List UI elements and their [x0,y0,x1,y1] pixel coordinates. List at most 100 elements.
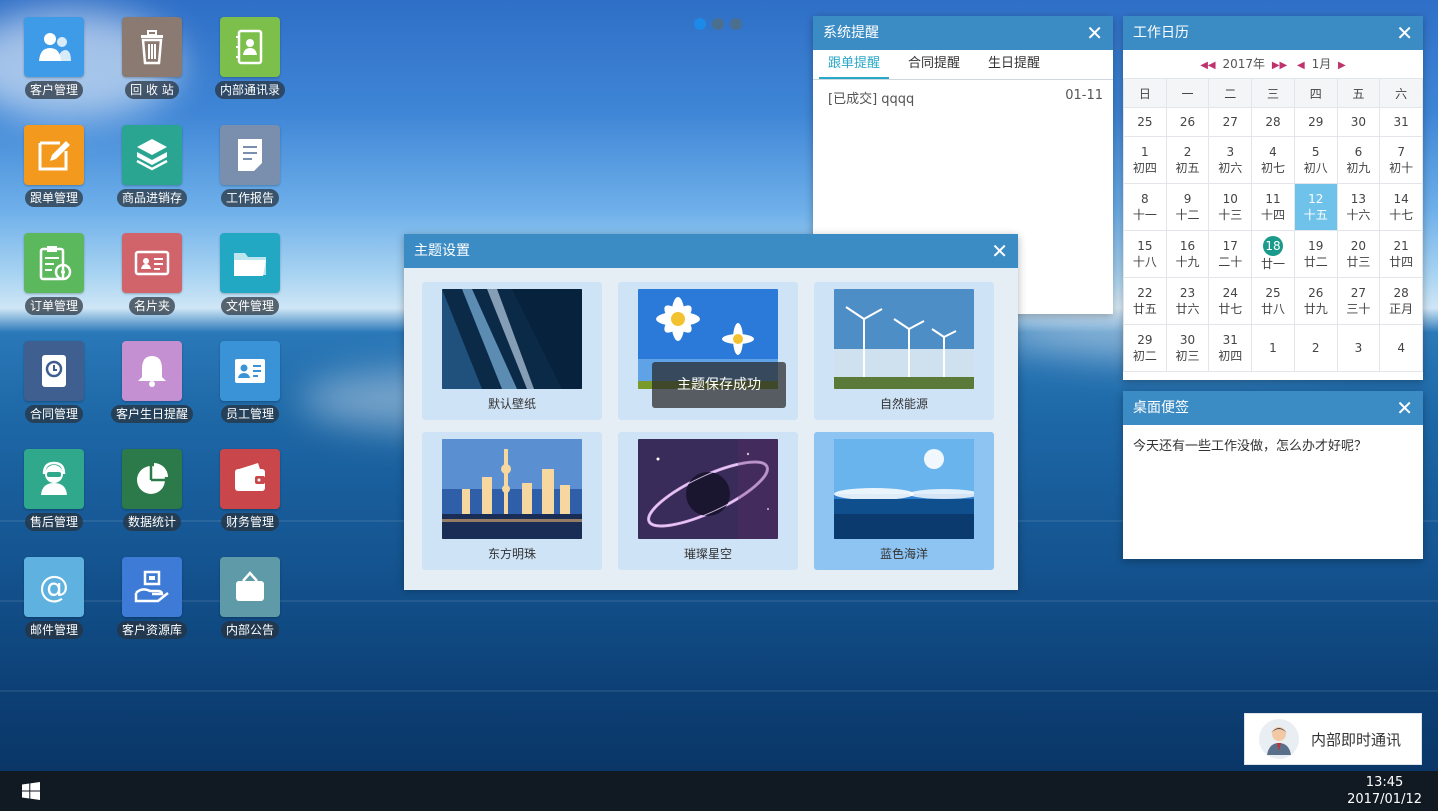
page-dot[interactable] [694,18,706,30]
calendar-year[interactable]: 2017年 [1222,57,1265,71]
page-indicator[interactable] [694,18,742,30]
theme-dialog-header[interactable]: 主题设置 ✕ [404,234,1018,268]
calendar-day[interactable]: 16 十九 [1165,230,1210,278]
list-item[interactable]: [已成交] qqqq 01-11 [813,80,1113,107]
desktop-app-resource[interactable]: 客户资源库 [112,557,192,657]
calendar-day[interactable]: 15 十八 [1123,230,1167,278]
calendar-day[interactable]: 10 十三 [1208,183,1253,231]
calendar-day[interactable]: 8 十一 [1123,183,1167,231]
calendar-day[interactable]: 5 初八 [1293,136,1338,184]
calendar-day[interactable]: 30 初三 [1165,324,1210,372]
theme-option[interactable]: 自然能源 [814,282,994,420]
calendar-day[interactable]: 26 [1165,107,1210,137]
close-icon[interactable]: ✕ [991,234,1008,268]
calendar-day[interactable]: 1 [1251,324,1295,372]
calendar-day[interactable]: 3 初六 [1208,136,1253,184]
theme-option[interactable]: 蓝色海洋 [814,432,994,570]
calendar-day[interactable]: 4 [1379,324,1423,372]
close-icon[interactable]: ✕ [1086,16,1103,50]
calendar-day[interactable]: 23 廿六 [1165,277,1210,325]
calendar-day[interactable]: 25 [1123,107,1167,137]
desktop-app-employee[interactable]: 员工管理 [210,341,290,441]
calendar-day-number: 13 [1350,192,1367,206]
theme-name: 东方明珠 [487,547,536,561]
calendar-day[interactable]: 22 廿五 [1123,277,1167,325]
tab-contract[interactable]: 合同提醒 [899,50,969,79]
prev-month-icon[interactable]: ◀ [1297,60,1305,71]
desktop-app-folder[interactable]: 文件管理 [210,233,290,333]
desktop-app-card[interactable]: 名片夹 [112,233,192,333]
theme-thumbnail [442,289,582,389]
desktop-app-pie-chart[interactable]: 数据统计 [112,449,192,549]
calendar-day[interactable]: 4 初七 [1251,136,1295,184]
desktop-app-notice[interactable]: 内部公告 [210,557,290,657]
calendar-day[interactable]: 31 [1379,107,1423,137]
calendar-day[interactable]: 29 初二 [1123,324,1167,372]
calendar-month[interactable]: 1月 [1312,57,1332,71]
reminder-panel-header[interactable]: 系统提醒 ✕ [813,16,1113,50]
calendar-day[interactable]: 2 [1293,324,1338,372]
close-icon[interactable]: ✕ [1396,391,1413,425]
desktop-app-contract[interactable]: 合同管理 [14,341,94,441]
next-month-icon[interactable]: ▶ [1338,60,1346,71]
page-dot[interactable] [712,18,724,30]
desktop-app-label: 订单管理 [24,297,83,315]
tab-follow-up[interactable]: 跟单提醒 [819,50,890,79]
calendar-day[interactable]: 12 十五 [1293,183,1338,231]
calendar-day[interactable]: 26 廿九 [1293,277,1338,325]
chat-label: 内部即时通讯 [1311,730,1402,749]
desktop-app-wallet[interactable]: 财务管理 [210,449,290,549]
tab-birthday[interactable]: 生日提醒 [979,50,1049,79]
calendar-day[interactable]: 20 廿三 [1336,230,1381,278]
desktop-app-clipboard[interactable]: 订单管理 [14,233,94,333]
desktop-app-edit[interactable]: 跟单管理 [14,125,94,225]
calendar-day[interactable]: 2 初五 [1165,136,1210,184]
theme-option[interactable]: 璀璨星空 [618,432,798,570]
calendar-day[interactable]: 21 廿四 [1379,230,1423,278]
desktop-app-report[interactable]: 工作报告 [210,125,290,225]
desktop-app-customer[interactable]: 客户管理 [14,17,94,117]
calendar-day[interactable]: 31 初四 [1208,324,1253,372]
note-panel-header[interactable]: 桌面便签 ✕ [1123,391,1423,425]
calendar-day[interactable]: 28 [1251,107,1295,137]
calendar-day[interactable]: 6 初九 [1336,136,1381,184]
lunar-date: 廿一 [1260,257,1285,271]
desktop-app-box[interactable]: 商品进销存 [112,125,192,225]
calendar-day[interactable]: 27 [1208,107,1253,137]
calendar-panel-header[interactable]: 工作日历 ✕ [1123,16,1423,50]
prev-year-icon[interactable]: ◀◀ [1200,60,1215,71]
calendar-day[interactable]: 17 二十 [1208,230,1253,278]
calendar-grid: 日一二三四五六 25 26 27 28 29 30 31 1 初四 2 初五 3 初六 4 初七 5 初八 6 初九… [1123,78,1423,372]
desktop-app-address-book[interactable]: 内部通讯录 [210,17,290,117]
calendar-day[interactable]: 18 廿一 [1251,230,1295,278]
calendar-day[interactable]: 11 十四 [1251,183,1295,231]
instant-chat-button[interactable]: 内部即时通讯 [1244,713,1422,765]
save-toast: 主题保存成功 [652,362,786,408]
theme-option[interactable]: 默认壁纸 [422,282,602,420]
calendar-day[interactable]: 28 正月 [1379,277,1423,325]
calendar-day[interactable]: 29 [1293,107,1338,137]
calendar-day[interactable]: 1 初四 [1123,136,1167,184]
calendar-day[interactable]: 14 十七 [1379,183,1423,231]
next-year-icon[interactable]: ▶▶ [1272,60,1287,71]
calendar-day[interactable]: 13 十六 [1336,183,1381,231]
calendar-day[interactable]: 30 [1336,107,1381,137]
theme-option[interactable]: 东方明珠 [422,432,602,570]
calendar-day[interactable]: 24 廿七 [1208,277,1253,325]
desktop-app-support[interactable]: 售后管理 [14,449,94,549]
windows-start-icon[interactable] [22,782,40,800]
calendar-day[interactable]: 19 廿二 [1293,230,1338,278]
calendar-day[interactable]: 9 十二 [1165,183,1210,231]
note-textarea[interactable]: 今天还有一些工作没做，怎么办才好呢？ [1123,425,1423,559]
clock[interactable]: 13:45 2017/01/12 [1347,774,1422,808]
page-dot[interactable] [730,18,742,30]
desktop-app-bell[interactable]: 客户生日提醒 [111,341,194,441]
desktop-app-trash[interactable]: 回 收 站 [112,17,192,117]
calendar-day[interactable]: 7 初十 [1379,136,1423,184]
calendar-day[interactable]: 3 [1336,324,1381,372]
desktop-app-at[interactable]: @ 邮件管理 [14,557,94,657]
calendar-day[interactable]: 25 廿八 [1251,277,1295,325]
lunar-date: 十一 [1132,208,1157,222]
close-icon[interactable]: ✕ [1396,16,1413,50]
calendar-day[interactable]: 27 三十 [1336,277,1381,325]
